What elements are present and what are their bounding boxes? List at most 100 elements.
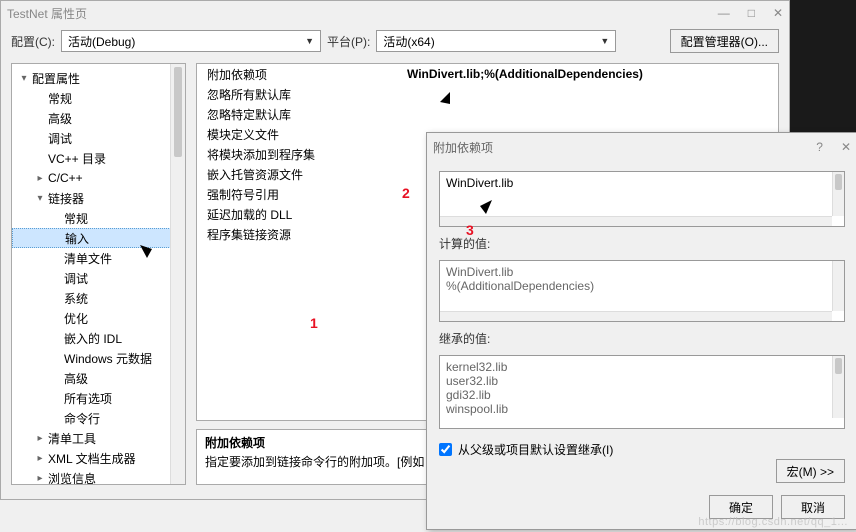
tree-item-label: 优化 xyxy=(62,310,88,327)
tree-item[interactable]: ▸C/C++ xyxy=(12,168,185,188)
expand-icon[interactable]: ▾ xyxy=(34,193,46,204)
tree-item-label: 清单文件 xyxy=(62,250,112,267)
computed-box: WinDivert.lib %(AdditionalDependencies) xyxy=(439,260,845,322)
computed-vscroll[interactable] xyxy=(832,261,844,311)
background-stripe xyxy=(790,0,856,132)
expand-icon[interactable]: ▸ xyxy=(34,473,46,484)
property-name: 强制符号引用 xyxy=(197,184,407,204)
property-value[interactable] xyxy=(407,104,778,124)
tree-item[interactable]: 高级 xyxy=(12,368,185,388)
expand-icon[interactable]: ▸ xyxy=(34,453,46,464)
input-hscroll[interactable] xyxy=(440,216,832,226)
tree-item[interactable]: 所有选项 xyxy=(12,388,185,408)
property-name: 模块定义文件 xyxy=(197,124,407,144)
config-value: 活动(Debug) xyxy=(68,33,135,50)
property-name: 程序集链接资源 xyxy=(197,224,407,244)
tree-item[interactable]: VC++ 目录 xyxy=(12,148,185,168)
property-name: 嵌入托管资源文件 xyxy=(197,164,407,184)
tree-item-label: 高级 xyxy=(46,110,72,127)
input-vscroll[interactable] xyxy=(832,172,844,216)
tree-item[interactable]: 嵌入的 IDL xyxy=(12,328,185,348)
tree-item[interactable]: 常规 xyxy=(12,88,185,108)
tree-item[interactable]: 常规 xyxy=(12,208,185,228)
tree-item-label: 高级 xyxy=(62,370,88,387)
annotation-2: 2 xyxy=(402,185,410,201)
window-title: TestNet 属性页 xyxy=(7,5,87,22)
config-combo[interactable]: 活动(Debug) ▼ xyxy=(61,30,321,52)
tree-item[interactable]: 调试 xyxy=(12,268,185,288)
inherit-label: 从父级或项目默认设置继承(I) xyxy=(458,441,613,458)
config-label: 配置(C): xyxy=(11,33,55,50)
tree-item-label: 调试 xyxy=(62,270,88,287)
property-name: 附加依赖项 xyxy=(197,64,407,84)
tree-item-label: 配置属性 xyxy=(30,70,80,87)
tree-item-label: 所有选项 xyxy=(62,390,112,407)
property-name: 忽略所有默认库 xyxy=(197,84,407,104)
tree-item[interactable]: ▸清单工具 xyxy=(12,428,185,448)
close-icon[interactable]: ✕ xyxy=(841,140,851,154)
minimize-icon[interactable]: — xyxy=(718,6,730,20)
chevron-down-icon: ▼ xyxy=(305,36,314,46)
platform-label: 平台(P): xyxy=(327,33,370,50)
tree-item-label: 常规 xyxy=(62,210,88,227)
expand-icon[interactable]: ▾ xyxy=(18,73,30,84)
nav-tree[interactable]: ▾配置属性常规高级调试VC++ 目录▸C/C++▾链接器常规输入清单文件调试系统… xyxy=(11,63,186,485)
tree-item[interactable]: Windows 元数据 xyxy=(12,348,185,368)
inherited-vscroll[interactable] xyxy=(832,356,844,418)
help-icon[interactable]: ? xyxy=(816,140,823,154)
tree-item[interactable]: 调试 xyxy=(12,128,185,148)
platform-combo[interactable]: 活动(x64) ▼ xyxy=(376,30,616,52)
tree-scrollbar[interactable] xyxy=(170,64,185,484)
tree-item[interactable]: ▾链接器 xyxy=(12,188,185,208)
tree-item[interactable]: ▸浏览信息 xyxy=(12,468,185,485)
popup-titlebar: 附加依赖项 ? ✕ xyxy=(427,133,856,161)
tree-item-label: 命令行 xyxy=(62,410,100,427)
property-value[interactable] xyxy=(407,84,778,104)
computed-hscroll[interactable] xyxy=(440,311,832,321)
tree-item[interactable]: 系统 xyxy=(12,288,185,308)
tree-item[interactable]: 清单文件 xyxy=(12,248,185,268)
tree-item-label: 嵌入的 IDL xyxy=(62,330,122,347)
inherited-label: 继承的值: xyxy=(439,330,845,347)
inherited-box: kernel32.lib user32.lib gdi32.lib winspo… xyxy=(439,355,845,429)
inherit-checkbox[interactable] xyxy=(439,443,452,456)
tree-item[interactable]: 优化 xyxy=(12,308,185,328)
tree-item-label: VC++ 目录 xyxy=(46,150,106,167)
tree-item-label: 常规 xyxy=(46,90,72,107)
property-row[interactable]: 附加依赖项WinDivert.lib;%(AdditionalDependenc… xyxy=(197,64,778,84)
expand-icon[interactable]: ▸ xyxy=(34,173,46,184)
tree-item-label: C/C++ xyxy=(46,171,83,185)
platform-value: 活动(x64) xyxy=(383,33,434,50)
popup-title: 附加依赖项 xyxy=(433,139,493,156)
inherit-check-row[interactable]: 从父级或项目默认设置继承(I) xyxy=(439,441,845,458)
window-controls: — □ ✕ xyxy=(718,6,783,20)
property-name: 忽略特定默认库 xyxy=(197,104,407,124)
expand-icon[interactable]: ▸ xyxy=(34,433,46,444)
annotation-3: 3 xyxy=(466,222,474,238)
close-icon[interactable]: ✕ xyxy=(773,6,783,20)
tree-item[interactable]: 命令行 xyxy=(12,408,185,428)
additional-deps-dialog: 附加依赖项 ? ✕ WinDivert.lib 计算的值: WinDivert.… xyxy=(426,132,856,530)
computed-label: 计算的值: xyxy=(439,235,845,252)
tree-item-label: 输入 xyxy=(63,230,89,247)
macro-button[interactable]: 宏(M) >> xyxy=(776,459,845,483)
config-manager-button[interactable]: 配置管理器(O)... xyxy=(670,29,779,53)
main-titlebar: TestNet 属性页 — □ ✕ xyxy=(1,1,789,25)
property-value[interactable]: WinDivert.lib;%(AdditionalDependencies) xyxy=(407,64,778,84)
deps-input[interactable]: WinDivert.lib xyxy=(439,171,845,227)
tree-item-label: 清单工具 xyxy=(46,430,96,447)
tree-item-label: 浏览信息 xyxy=(46,470,96,486)
tree-item[interactable]: ▸XML 文档生成器 xyxy=(12,448,185,468)
property-row[interactable]: 忽略所有默认库 xyxy=(197,84,778,104)
tree-item[interactable]: 输入 xyxy=(12,228,185,248)
tree-item[interactable]: 高级 xyxy=(12,108,185,128)
maximize-icon[interactable]: □ xyxy=(748,6,755,20)
property-name: 延迟加载的 DLL xyxy=(197,204,407,224)
tree-item-label: Windows 元数据 xyxy=(62,350,152,367)
tree-item-label: 系统 xyxy=(62,290,88,307)
property-row[interactable]: 忽略特定默认库 xyxy=(197,104,778,124)
chevron-down-icon: ▼ xyxy=(600,36,609,46)
tree-item[interactable]: ▾配置属性 xyxy=(12,68,185,88)
watermark: https://blog.csdn.net/qq_1... xyxy=(698,516,848,528)
tree-item-label: 链接器 xyxy=(46,190,84,207)
